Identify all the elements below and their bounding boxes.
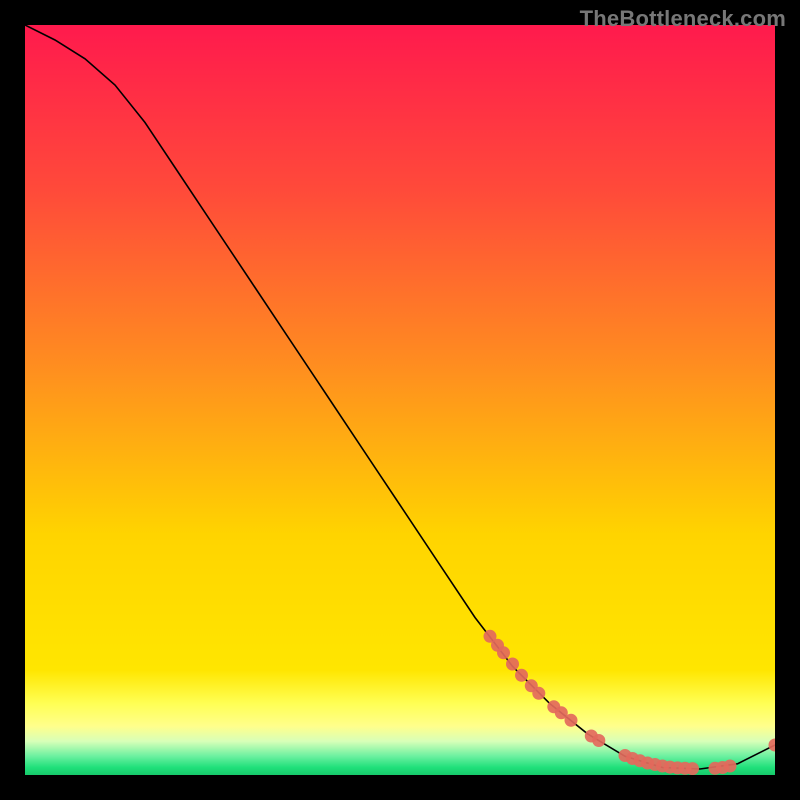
gradient-background [25, 25, 775, 775]
chart-svg [25, 25, 775, 775]
data-marker [686, 762, 699, 775]
data-marker [592, 734, 605, 747]
data-marker [532, 687, 545, 700]
data-marker [724, 760, 737, 773]
watermark-text: TheBottleneck.com [580, 6, 786, 32]
chart-frame: TheBottleneck.com [0, 0, 800, 800]
plot-area [25, 25, 775, 775]
data-marker [497, 646, 510, 659]
data-marker [506, 658, 519, 671]
data-marker [515, 669, 528, 682]
data-marker [565, 714, 578, 727]
